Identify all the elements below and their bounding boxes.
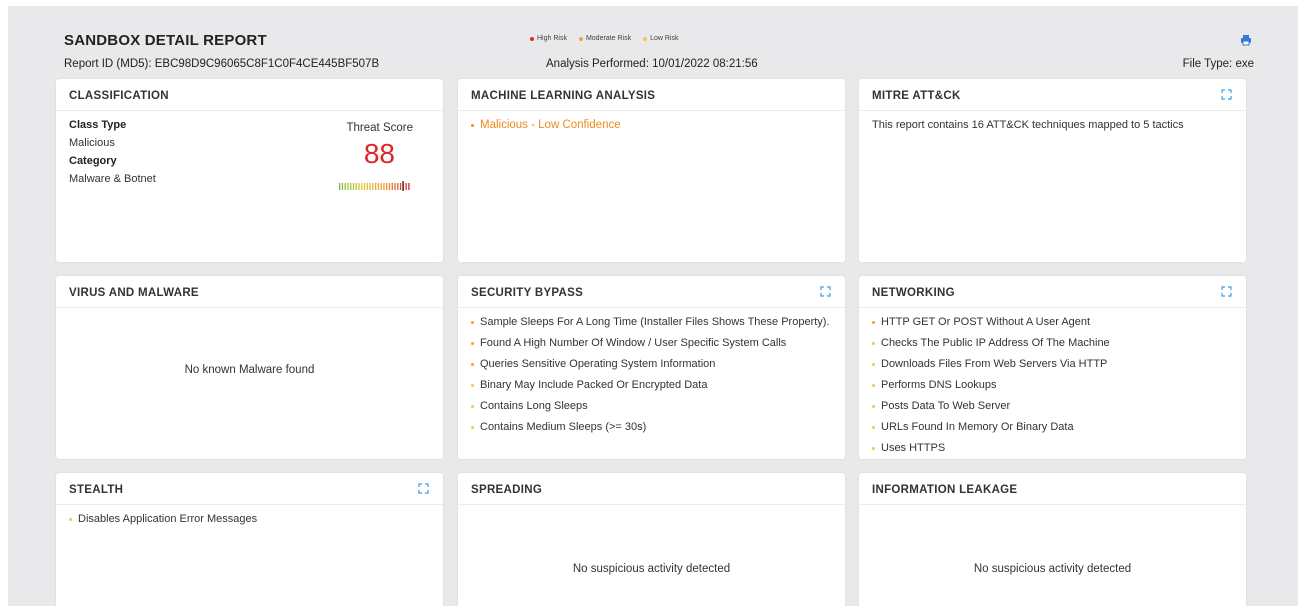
analysis-performed: Analysis Performed: 10/01/2022 08:21:56 — [546, 58, 758, 70]
ml-analysis-title: MACHINE LEARNING ANALYSIS — [458, 79, 845, 111]
meter-tick — [391, 183, 393, 190]
expand-icon[interactable] — [418, 483, 429, 494]
meter-tick — [399, 183, 402, 190]
high-risk-dot-icon — [530, 36, 534, 41]
meter-tick — [366, 183, 368, 190]
meter-tick — [347, 183, 349, 190]
mitre-summary: This report contains 16 ATT&CK technique… — [872, 119, 1184, 131]
expand-icon[interactable] — [820, 286, 831, 297]
list-item: Contains Long Sleeps — [471, 400, 832, 414]
expand-icon[interactable] — [1221, 286, 1232, 297]
legend-moderate: Moderate Risk — [578, 35, 631, 42]
meter-tick — [388, 183, 391, 190]
printer-icon[interactable] — [1240, 34, 1252, 46]
networking-card: NETWORKING HTTP GET Or POST Without A Us… — [859, 276, 1246, 459]
report-frame: SANDBOX DETAIL REPORT High Risk Moderate… — [8, 6, 1298, 606]
information-leakage-card: INFORMATION LEAKAGE No suspicious activi… — [859, 473, 1246, 606]
page-title: SANDBOX DETAIL REPORT — [64, 32, 267, 49]
risk-legend: High Risk Moderate Risk Low Risk — [530, 35, 679, 42]
spreading-title: SPREADING — [458, 473, 845, 505]
report-id: Report ID (MD5): EBC98D9C96065C8F1C0F4CE… — [64, 58, 380, 70]
stealth-card: STEALTH Disables Application Error Messa… — [56, 473, 443, 606]
meter-tick — [383, 183, 385, 190]
mitre-title: MITRE ATT&CK — [872, 90, 961, 102]
list-item: HTTP GET Or POST Without A User Agent — [872, 316, 1233, 330]
threat-score-value: 88 — [363, 138, 395, 169]
meter-tick — [375, 183, 377, 190]
list-item: Contains Medium Sleeps (>= 30s) — [471, 421, 832, 435]
expand-icon[interactable] — [1221, 89, 1232, 100]
mitre-card: MITRE ATT&CK This report contains 16 ATT… — [859, 79, 1246, 262]
meter-tick — [372, 183, 374, 190]
spreading-message: No suspicious activity detected — [572, 563, 731, 575]
meter-tick — [369, 183, 371, 190]
list-item: Downloads Files From Web Servers Via HTT… — [872, 358, 1233, 372]
low-risk-dot-icon — [643, 36, 648, 41]
list-item: Posts Data To Web Server — [872, 400, 1233, 414]
stealth-title: STEALTH — [69, 484, 124, 496]
list-item: Uses HTTPS — [872, 442, 1233, 456]
meter-tick — [408, 183, 410, 190]
legend-high: High Risk — [530, 35, 567, 42]
list-item: Disables Application Error Messages — [69, 513, 430, 527]
meter-tick — [363, 183, 366, 190]
ml-analysis-card: MACHINE LEARNING ANALYSIS Malicious - Lo… — [458, 79, 845, 262]
classification-title: CLASSIFICATION — [56, 79, 443, 111]
stealth-list: Disables Application Error Messages — [69, 513, 430, 527]
virus-malware-title: VIRUS AND MALWARE — [56, 276, 443, 308]
networking-title: NETWORKING — [872, 287, 955, 299]
information-leakage-title: INFORMATION LEAKAGE — [859, 473, 1246, 505]
threat-score-label: Threat Score — [346, 122, 413, 134]
ml-verdict: Malicious - Low Confidence — [471, 119, 832, 131]
networking-list: HTTP GET Or POST Without A User Agent Ch… — [872, 316, 1233, 456]
meter-tick — [386, 183, 388, 190]
security-bypass-title: SECURITY BYPASS — [471, 287, 584, 299]
spreading-card: SPREADING No suspicious activity detecte… — [458, 473, 845, 606]
report-header: SANDBOX DETAIL REPORT High Risk Moderate… — [64, 32, 1254, 78]
list-item: Checks The Public IP Address Of The Mach… — [872, 337, 1233, 351]
legend-low: Low Risk — [643, 35, 679, 42]
virus-malware-message: No known Malware found — [184, 364, 315, 376]
meter-tick — [361, 183, 363, 190]
meter-tick — [339, 183, 341, 190]
security-bypass-list: Sample Sleeps For A Long Time (Installer… — [471, 316, 832, 435]
list-item: URLs Found In Memory Or Binary Data — [872, 421, 1233, 435]
meter-tick — [394, 183, 396, 190]
meter-marker — [402, 181, 404, 191]
list-item: Sample Sleeps For A Long Time (Installer… — [471, 316, 832, 330]
list-item: Queries Sensitive Operating System Infor… — [471, 358, 832, 372]
meter-tick — [397, 183, 399, 190]
list-item: Binary May Include Packed Or Encrypted D… — [471, 379, 832, 393]
meter-tick — [341, 183, 344, 190]
meter-tick — [358, 183, 360, 190]
classification-card: CLASSIFICATION Class Type Malicious Cate… — [56, 79, 443, 262]
security-bypass-card: SECURITY BYPASS Sample Sleeps For A Long… — [458, 276, 845, 459]
meter-tick — [377, 183, 380, 190]
meter-tick — [350, 183, 352, 190]
meter-tick — [355, 183, 357, 190]
threat-score-meter — [339, 181, 410, 191]
virus-malware-card: VIRUS AND MALWARE No known Malware found — [56, 276, 443, 459]
meter-tick — [380, 183, 382, 190]
meter-tick — [405, 183, 407, 190]
list-item: Performs DNS Lookups — [872, 379, 1233, 393]
list-item: Found A High Number Of Window / User Spe… — [471, 337, 832, 351]
information-leakage-message: No suspicious activity detected — [973, 563, 1132, 575]
meter-tick — [352, 183, 355, 190]
meter-tick — [344, 183, 346, 190]
moderate-risk-dot-icon — [578, 36, 583, 41]
file-type: File Type: exe — [1182, 58, 1254, 70]
